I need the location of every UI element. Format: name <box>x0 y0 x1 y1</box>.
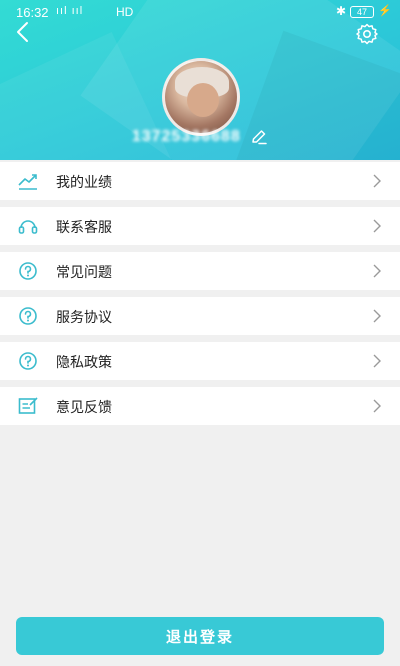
bottom-edge <box>0 660 400 666</box>
profile-screen: 16:32 ııl ııl HD ✱ 47 ⚡ 13725336688 我的业绩… <box>0 0 400 666</box>
chevron-right-icon <box>373 264 381 278</box>
feedback-edit-icon <box>18 397 38 414</box>
back-icon[interactable] <box>12 20 36 44</box>
edit-pencil-icon[interactable] <box>250 128 268 146</box>
chevron-right-icon <box>373 309 381 323</box>
menu-item-label: 隐私政策 <box>56 355 112 371</box>
charging-icon: ⚡ <box>378 5 392 17</box>
battery-icon: 47 <box>350 6 374 18</box>
status-bar: 16:32 ııl ııl HD ✱ 47 ⚡ <box>0 0 400 24</box>
menu-item-label: 意见反馈 <box>56 400 112 416</box>
trend-chart-icon <box>18 174 37 190</box>
chevron-right-icon <box>373 219 381 233</box>
logout-button[interactable]: 退出登录 <box>16 617 384 655</box>
menu-item-faq[interactable]: 常见问题 <box>0 252 400 290</box>
menu-item-service-agreement[interactable]: 服务协议 <box>0 297 400 335</box>
settings-gear-icon[interactable] <box>355 22 379 46</box>
menu-item-label: 服务协议 <box>56 310 112 326</box>
menu-item-label: 我的业绩 <box>56 175 112 191</box>
signal-icon: ııl ııl <box>56 5 84 17</box>
bluetooth-icon: ✱ <box>336 4 347 18</box>
network-type: HD <box>116 5 134 19</box>
chevron-right-icon <box>373 174 381 188</box>
menu-item-performance[interactable]: 我的业绩 <box>0 162 400 200</box>
question-circle-icon <box>19 307 37 325</box>
username: 13725336688 <box>131 128 241 146</box>
question-circle-icon <box>19 262 37 280</box>
profile-header: 16:32 ııl ııl HD ✱ 47 ⚡ 13725336688 <box>0 0 400 160</box>
menu-item-customer-service[interactable]: 联系客服 <box>0 207 400 245</box>
chevron-right-icon <box>373 354 381 368</box>
headset-icon <box>18 220 38 234</box>
username-row: 13725336688 <box>0 128 400 148</box>
menu-list: 我的业绩 联系客服 常见问题 服务协议 隐私政策 意见反馈 <box>0 162 400 432</box>
question-circle-icon <box>19 352 37 370</box>
avatar[interactable] <box>162 58 240 136</box>
chevron-right-icon <box>373 399 381 413</box>
menu-item-privacy-policy[interactable]: 隐私政策 <box>0 342 400 380</box>
status-time: 16:32 <box>16 5 49 20</box>
menu-item-label: 常见问题 <box>56 265 112 281</box>
menu-item-feedback[interactable]: 意见反馈 <box>0 387 400 425</box>
menu-item-label: 联系客服 <box>56 220 112 236</box>
